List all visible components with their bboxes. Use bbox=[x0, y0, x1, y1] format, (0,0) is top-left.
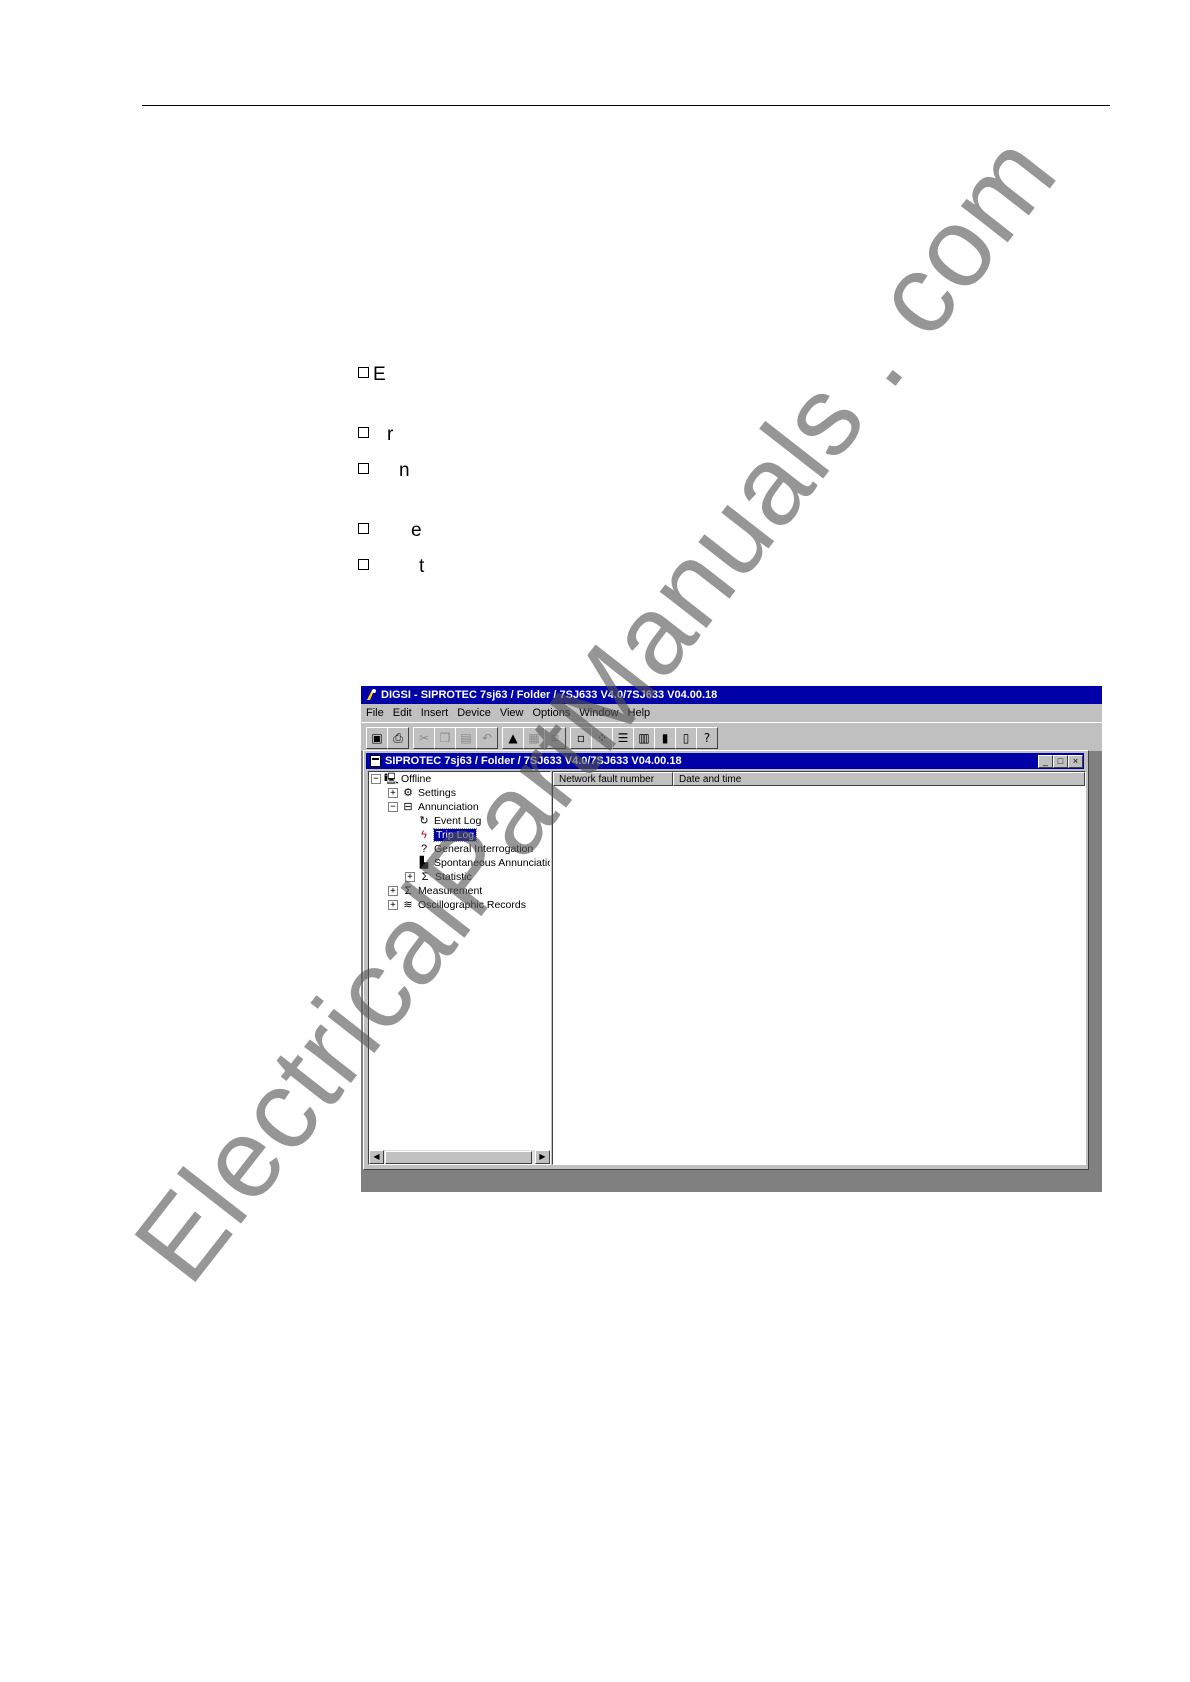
tree-node-event-log[interactable]: ↻ Event Log bbox=[417, 814, 481, 828]
checkbox-bullet-icon bbox=[358, 559, 369, 570]
checkbox-bullet-icon bbox=[358, 463, 369, 474]
menu-bar: File Edit Insert Device View Options Window Hel… bbox=[361, 704, 1102, 722]
maximize-button[interactable]: □ bbox=[1053, 755, 1068, 768]
checkbox-bullet-icon bbox=[358, 523, 369, 534]
app-title: DIGSI - SIPROTEC 7sj63 / Folder / 7SJ633… bbox=[381, 689, 718, 701]
save-icon[interactable]: ▣ bbox=[366, 727, 388, 749]
tree-node-offline[interactable]: − 🖳 Offline bbox=[371, 772, 431, 786]
expand-icon[interactable]: + bbox=[388, 886, 398, 896]
properties-icon[interactable]: ▦ bbox=[523, 727, 545, 749]
event-log-icon: ↻ bbox=[419, 815, 429, 827]
tree-node-general-interrogation[interactable]: ? General Interrogation bbox=[417, 842, 533, 856]
bullet-item: n bbox=[358, 460, 410, 482]
undo-icon[interactable]: ↶ bbox=[476, 727, 498, 749]
annunciation-icon: ⊟ bbox=[403, 801, 413, 813]
tree-node-measurement[interactable]: + Σ Measurement bbox=[388, 884, 482, 898]
toolbar: ▣ ⎙ ✂ ❐ ▤ ↶ ▲ ▦ ≡ ▫ ⁘ ☰ ▥ ▮ ▯ ? bbox=[361, 722, 1102, 751]
digsi-app-icon bbox=[367, 689, 376, 700]
document-window-icon bbox=[370, 755, 381, 767]
menu-window[interactable]: Window bbox=[579, 704, 618, 722]
tree-node-trip-log[interactable]: ϟ Trip Log bbox=[417, 828, 478, 842]
spontaneous-annunciation-icon: ▙ bbox=[419, 857, 429, 869]
align-icon[interactable]: ≡ bbox=[544, 727, 566, 749]
app-titlebar[interactable]: DIGSI - SIPROTEC 7sj63 / Folder / 7SJ633… bbox=[361, 686, 1102, 704]
menu-edit[interactable]: Edit bbox=[393, 704, 412, 722]
statistic-icon: Σ bbox=[421, 871, 429, 883]
expand-icon[interactable]: + bbox=[405, 872, 415, 882]
bullet-item: E bbox=[358, 364, 386, 386]
page-header-rule bbox=[142, 105, 1110, 106]
scroll-thumb[interactable] bbox=[385, 1151, 532, 1164]
bullet-item: e bbox=[358, 520, 422, 542]
menu-insert[interactable]: Insert bbox=[421, 704, 449, 722]
menu-view[interactable]: View bbox=[500, 704, 524, 722]
scroll-left-icon[interactable]: ◀ bbox=[369, 1150, 384, 1164]
tree-node-oscillographic-records[interactable]: + ≋ Oscillographic Records bbox=[388, 898, 526, 912]
settings-icon: ⚙ bbox=[403, 787, 413, 799]
document-title: SIPROTEC 7sj63 / Folder / 7SJ633 V4.0/7S… bbox=[385, 755, 682, 767]
tree-horizontal-scrollbar[interactable]: ◀ ▶ bbox=[369, 1150, 550, 1164]
navigation-tree: − 🖳 Offline + ⚙ Settings − ⊟ Annunciation ↻ Eve… bbox=[368, 771, 551, 1165]
paste-icon[interactable]: ▤ bbox=[455, 727, 477, 749]
small-icons-icon[interactable]: ⁘ bbox=[591, 727, 613, 749]
expand-icon[interactable]: + bbox=[388, 788, 398, 798]
checkbox-bullet-icon bbox=[358, 367, 369, 378]
print-icon[interactable]: ⎙ bbox=[387, 727, 409, 749]
oscillographic-records-icon: ≋ bbox=[403, 899, 413, 911]
large-icons-icon[interactable]: ▫ bbox=[570, 727, 592, 749]
device-online-icon[interactable]: ▯ bbox=[675, 727, 697, 749]
collapse-icon[interactable]: − bbox=[371, 774, 381, 784]
tree-node-annunciation[interactable]: − ⊟ Annunciation bbox=[388, 800, 479, 814]
details-view-icon[interactable]: ▥ bbox=[633, 727, 655, 749]
checkbox-bullet-icon bbox=[358, 427, 369, 438]
expand-icon[interactable]: + bbox=[388, 900, 398, 910]
menu-file[interactable]: File bbox=[366, 704, 384, 722]
document-titlebar[interactable]: SIPROTEC 7sj63 / Folder / 7SJ633 V4.0/7S… bbox=[366, 753, 1084, 769]
menu-help[interactable]: Help bbox=[628, 704, 651, 722]
trip-log-icon: ϟ bbox=[421, 829, 427, 841]
copy-icon[interactable]: ❐ bbox=[434, 727, 456, 749]
column-header-date-and-time[interactable]: Date and time bbox=[673, 772, 1085, 786]
menu-options[interactable]: Options bbox=[533, 704, 571, 722]
open-folder-icon[interactable]: ▲ bbox=[502, 727, 524, 749]
tree-node-settings[interactable]: + ⚙ Settings bbox=[388, 786, 456, 800]
menu-device[interactable]: Device bbox=[457, 704, 491, 722]
column-header-network-fault-number[interactable]: Network fault number bbox=[553, 772, 673, 786]
tree-node-statistic[interactable]: + Σ Statistic bbox=[405, 870, 472, 884]
scroll-right-icon[interactable]: ▶ bbox=[535, 1150, 550, 1164]
bullet-item: t bbox=[358, 556, 424, 578]
close-button[interactable]: × bbox=[1068, 755, 1083, 768]
list-view-icon[interactable]: ☰ bbox=[612, 727, 634, 749]
trip-log-list: Network fault number Date and time bbox=[552, 771, 1086, 1165]
context-help-icon[interactable]: ? bbox=[696, 727, 718, 749]
bullet-item: r bbox=[358, 424, 393, 446]
general-interrogation-icon: ? bbox=[420, 843, 428, 855]
offline-computer-icon: 🖳 bbox=[384, 773, 399, 785]
measurement-icon: Σ bbox=[404, 885, 412, 897]
cut-icon[interactable]: ✂ bbox=[413, 727, 435, 749]
tree-node-spontaneous-annunciation[interactable]: ▙ Spontaneous Annunciation bbox=[417, 856, 550, 870]
minimize-button[interactable]: _ bbox=[1038, 755, 1053, 768]
collapse-icon[interactable]: − bbox=[388, 802, 398, 812]
digsi-screenshot: DIGSI - SIPROTEC 7sj63 / Folder / 7SJ633… bbox=[361, 686, 1102, 1192]
document-window: SIPROTEC 7sj63 / Folder / 7SJ633 V4.0/7S… bbox=[363, 750, 1089, 1170]
device-icon[interactable]: ▮ bbox=[654, 727, 676, 749]
